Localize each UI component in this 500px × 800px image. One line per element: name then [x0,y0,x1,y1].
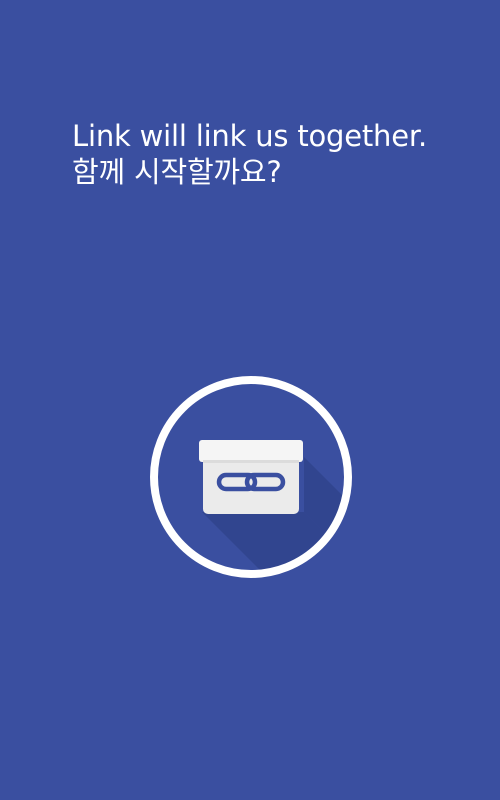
splash-screen: Link will link us together. 함께 시작할까요? [0,0,500,800]
long-shadow [304,457,346,572]
box-lid [199,440,303,462]
link-box-icon [150,376,352,578]
app-logo [0,0,500,800]
box-lid-edge [203,460,299,463]
